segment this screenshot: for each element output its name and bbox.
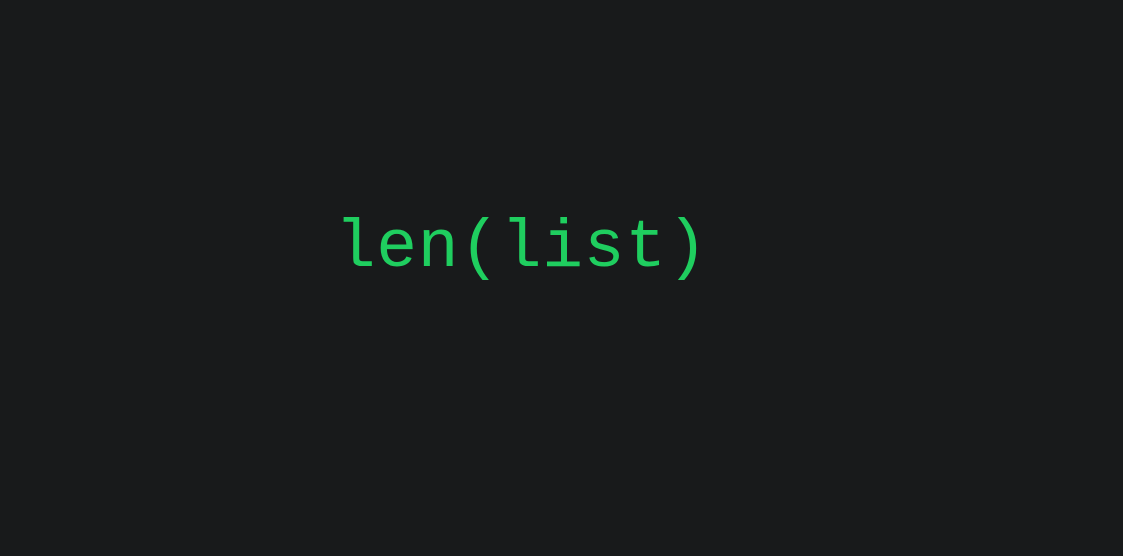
code-snippet: len(list) [335,210,708,287]
